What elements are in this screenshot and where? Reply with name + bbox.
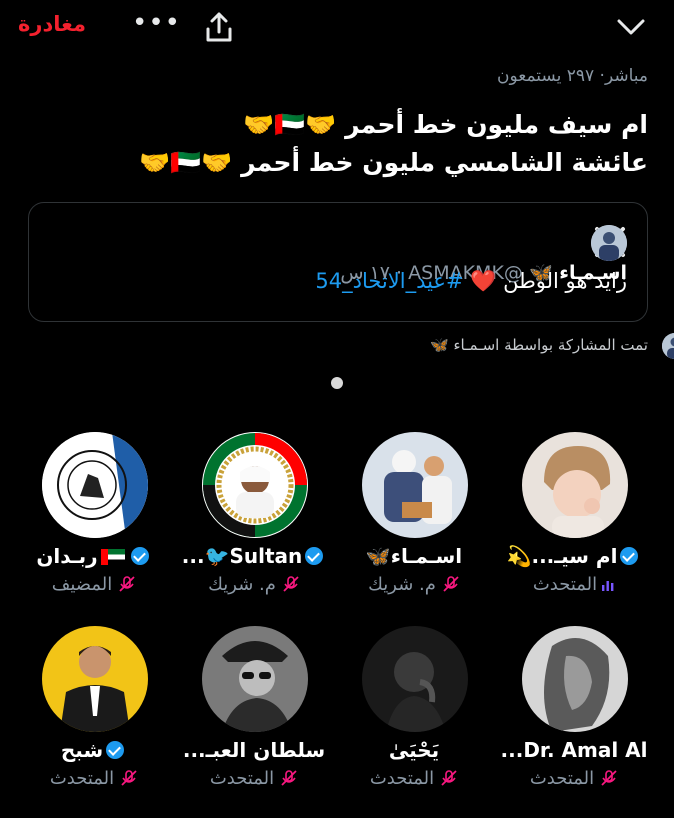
sharer-avatar xyxy=(662,333,674,359)
participant-host[interactable]: ربـدان المضيف xyxy=(14,432,174,612)
mic-off-icon xyxy=(281,770,297,786)
listener-count: ٢٩٧ يستمعون xyxy=(497,66,595,86)
mic-off-icon xyxy=(283,576,299,592)
participant-name: اسـمـاء🦋 xyxy=(365,544,463,568)
verified-badge-icon xyxy=(620,547,639,565)
participant-role: المتحدث xyxy=(14,768,174,789)
participant-role: م. شريك xyxy=(174,574,334,595)
participant-role: المتحدث xyxy=(174,768,334,789)
participant-name: Dr. Amal Al... xyxy=(500,738,648,762)
uae-flag-icon xyxy=(100,549,125,565)
shared-by-text: تمت المشاركة بواسطة اسـمـاء 🦋 xyxy=(430,336,648,354)
avatar xyxy=(362,626,468,732)
verified-badge-icon xyxy=(305,547,324,565)
participant-role: المتحدث xyxy=(494,574,654,595)
avatar xyxy=(202,626,308,732)
verified-badge-icon xyxy=(130,547,149,565)
live-label: مباشر xyxy=(604,66,648,86)
pagination-dot xyxy=(331,377,343,389)
mic-off-icon xyxy=(601,770,617,786)
participant-speaker[interactable]: Dr. Amal Al... المتحدث xyxy=(494,626,654,806)
avatar xyxy=(42,626,148,732)
post-text: زايد هو الوطن ❤️ #عيد_الاتحاد_54 xyxy=(315,269,627,294)
leave-button[interactable]: مغادرة xyxy=(18,12,86,36)
avatar xyxy=(202,432,308,538)
participant-name: سلطان العبـ... xyxy=(182,738,326,762)
participant-name: ربـدان xyxy=(14,544,174,568)
author-avatar[interactable] xyxy=(591,225,627,261)
mic-off-icon xyxy=(443,576,459,592)
participant-role: المتحدث xyxy=(494,768,654,789)
participant-cohost[interactable]: Sultan🐦... م. شريك xyxy=(174,432,334,612)
participant-name: ام سيـ...💫 xyxy=(494,544,654,568)
space-title-line-2: عائشة الشامسي مليون خط أحمر 🤝🇦🇪🤝 xyxy=(139,148,648,177)
chevron-down-icon[interactable] xyxy=(614,10,648,44)
mic-off-icon xyxy=(441,770,457,786)
mic-off-icon xyxy=(119,576,135,592)
live-status: مباشر· ٢٩٧ يستمعون xyxy=(497,66,648,86)
participant-name: يَحْيَىٰ xyxy=(388,738,440,762)
top-bar: مغادرة ••• xyxy=(0,0,674,56)
post-hashtag[interactable]: #عيد_الاتحاد_54 xyxy=(315,269,463,293)
participant-speaker[interactable]: يَحْيَىٰ المتحدث xyxy=(334,626,494,806)
pinned-post-card[interactable]: اسـمـاء 🦋 @ASMAKMK · ١٧ س زايد هو الوطن … xyxy=(28,202,648,322)
post-text-body: زايد هو الوطن xyxy=(503,269,627,293)
participant-speaker[interactable]: شبح المتحدث xyxy=(14,626,174,806)
verified-badge-icon xyxy=(106,741,125,759)
avatar xyxy=(42,432,148,538)
share-icon[interactable] xyxy=(200,8,238,46)
space-title: ام سيف مليون خط أحمر 🤝🇦🇪🤝 عائشة الشامسي … xyxy=(28,106,648,182)
more-horizontal-icon[interactable]: ••• xyxy=(132,8,181,38)
participant-speaker[interactable]: سلطان العبـ... المتحدث xyxy=(174,626,334,806)
space-title-line-1: ام سيف مليون خط أحمر 🤝🇦🇪🤝 xyxy=(243,110,648,139)
avatar xyxy=(522,626,628,732)
speaking-indicator-icon xyxy=(602,581,614,591)
avatar xyxy=(522,432,628,538)
avatar xyxy=(362,432,468,538)
participant-name: شبح xyxy=(14,738,174,762)
participant-role: المتحدث xyxy=(334,768,494,789)
participant-role: المضيف xyxy=(14,574,174,595)
participant-role: م. شريك xyxy=(334,574,494,595)
participant-speaker[interactable]: ام سيـ...💫 المتحدث xyxy=(494,432,654,612)
heart-emoji: ❤️ xyxy=(470,269,497,293)
participant-cohost[interactable]: اسـمـاء🦋 م. شريك xyxy=(334,432,494,612)
mic-off-icon xyxy=(121,770,137,786)
participant-name: Sultan🐦... xyxy=(174,544,334,568)
shared-by: تمت المشاركة بواسطة اسـمـاء 🦋 xyxy=(430,333,674,359)
